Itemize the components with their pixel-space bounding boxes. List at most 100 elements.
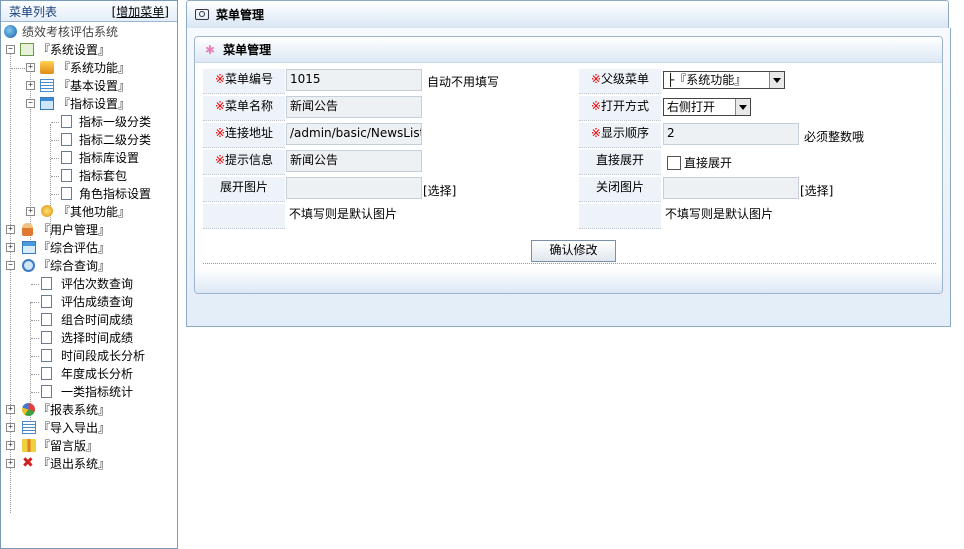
tree-item-other-functions[interactable]: + 『其他功能』	[1, 203, 177, 221]
form-row: ※提示信息 新闻公告 直接展开 直接展开	[203, 150, 936, 176]
menu-name-label: ※菜单名称	[203, 96, 285, 121]
tree-root[interactable]: 绩效考核评估系统	[1, 23, 177, 41]
star-icon: ✱	[205, 42, 216, 57]
page-icon	[41, 367, 52, 380]
list-icon	[40, 79, 54, 92]
choose-close-image-link[interactable]: [选择]	[800, 181, 833, 201]
pie-chart-icon	[22, 403, 35, 416]
page-icon	[41, 385, 52, 398]
empty-label	[203, 204, 285, 229]
page-icon	[61, 187, 72, 200]
add-menu-link[interactable]: [增加菜单]	[112, 3, 169, 20]
form-row: 展开图片 [选择] 关闭图片 [选择]	[203, 177, 936, 203]
tree-item-class-stats[interactable]: 一类指标统计	[1, 383, 177, 401]
collapse-icon[interactable]: −	[6, 45, 15, 54]
tree-item-eval-count[interactable]: 评估次数查询	[1, 275, 177, 293]
tree-item-reports[interactable]: + 『报表系统』	[1, 401, 177, 419]
tip-label: ※提示信息	[203, 150, 285, 175]
tree-item-annual-growth[interactable]: 年度成长分析	[1, 365, 177, 383]
expand-icon[interactable]: +	[6, 441, 15, 450]
url-label: ※连接地址	[203, 123, 285, 148]
open-image-note: 不填写则是默认图片	[289, 207, 398, 221]
close-image-field[interactable]	[663, 177, 799, 199]
tree-item-indicator-pack[interactable]: 指标套包	[1, 167, 177, 185]
settings-folder-icon	[20, 43, 34, 56]
expand-checkbox[interactable]	[667, 156, 681, 170]
open-image-label: 展开图片	[203, 177, 285, 202]
camera-icon	[195, 9, 209, 20]
menu-no-label: ※菜单编号	[203, 69, 285, 94]
collapse-icon[interactable]: −	[26, 99, 35, 108]
expand-icon[interactable]: +	[26, 81, 35, 90]
expand-checkbox-label: 直接展开	[684, 156, 733, 170]
chevron-down-icon	[735, 99, 750, 115]
form-row: ※菜单编号 1015 自动不用填写 ※父级菜单 ├『系统功能』	[203, 69, 936, 95]
page-icon	[41, 349, 52, 362]
close-image-note: 不填写则是默认图片	[665, 207, 774, 221]
expand-icon[interactable]: +	[26, 63, 35, 72]
page-icon	[41, 277, 52, 290]
page-icon	[61, 133, 72, 146]
parent-menu-select[interactable]: ├『系统功能』	[663, 71, 785, 89]
page-icon	[41, 313, 52, 326]
expand-icon[interactable]: +	[6, 405, 15, 414]
expand-icon[interactable]: +	[26, 207, 35, 216]
tree-item-comprehensive-query[interactable]: − 『综合查询』	[1, 257, 177, 275]
page-title: 菜单管理	[216, 8, 265, 22]
open-image-field[interactable]	[286, 177, 422, 199]
main-body: ✱ 菜单管理 ※菜单编号 1015 自动不用填写 ※父级菜单 ├『系统功能』 ※…	[186, 28, 951, 327]
sidebar: 菜单列表 [增加菜单] 绩效考核评估系统 − 『系统设置』 + 『系统功能』 +…	[0, 0, 178, 549]
tree-item-system-functions[interactable]: + 『系统功能』	[1, 59, 177, 77]
tree-item-select-time[interactable]: 选择时间成绩	[1, 329, 177, 347]
gift-icon	[22, 439, 36, 452]
tree-item-user-mgmt[interactable]: + 『用户管理』	[1, 221, 177, 239]
tree-item-basic-settings[interactable]: + 『基本设置』	[1, 77, 177, 95]
tree-item-indicator-settings[interactable]: − 『指标设置』	[1, 95, 177, 113]
expand-icon[interactable]: +	[6, 459, 15, 468]
tree-item-indicator-l2[interactable]: 指标二级分类	[1, 131, 177, 149]
expand-icon[interactable]: +	[6, 243, 15, 252]
close-image-label: 关闭图片	[579, 177, 661, 202]
empty-label	[579, 204, 661, 229]
expand-icon[interactable]: +	[6, 423, 15, 432]
tip-field[interactable]: 新闻公告	[286, 150, 422, 172]
tree-item-guestbook[interactable]: + 『留言版』	[1, 437, 177, 455]
tree-item-combined-time[interactable]: 组合时间成绩	[1, 311, 177, 329]
tree-item-eval-score[interactable]: 评估成绩查询	[1, 293, 177, 311]
page-icon	[61, 169, 72, 182]
tree-item-indicator-l1[interactable]: 指标一级分类	[1, 113, 177, 131]
coin-icon	[41, 205, 53, 217]
display-order-note: 必须整数哦	[804, 130, 865, 144]
tree-item-indicator-lib[interactable]: 指标库设置	[1, 149, 177, 167]
tree-item-period-growth[interactable]: 时间段成长分析	[1, 347, 177, 365]
form-row: ※菜单名称 新闻公告 ※打开方式 右侧打开	[203, 96, 936, 122]
confirm-modify-button[interactable]: 确认修改	[531, 240, 616, 262]
tree-item-logout[interactable]: + ✖ 『退出系统』	[1, 455, 177, 473]
open-mode-select[interactable]: 右侧打开	[663, 98, 751, 116]
report-icon	[22, 241, 36, 254]
collapse-icon[interactable]: −	[6, 261, 15, 270]
table-icon	[22, 421, 36, 434]
expand-icon[interactable]: +	[6, 225, 15, 234]
parent-menu-label: ※父级菜单	[579, 69, 661, 94]
display-order-field[interactable]: 2	[663, 123, 799, 145]
chevron-down-icon	[769, 72, 784, 88]
main-header: 菜单管理	[186, 0, 949, 29]
open-mode-label: ※打开方式	[579, 96, 661, 121]
url-field[interactable]: /admin/basic/NewsList.	[286, 123, 422, 145]
expand-label: 直接展开	[579, 150, 661, 175]
panel-header: ✱ 菜单管理	[195, 37, 942, 63]
globe-icon	[4, 25, 17, 38]
tree-item-system-settings[interactable]: − 『系统设置』	[1, 41, 177, 59]
page-icon	[41, 331, 52, 344]
tree-item-import-export[interactable]: + 『导入导出』	[1, 419, 177, 437]
form-panel: ✱ 菜单管理 ※菜单编号 1015 自动不用填写 ※父级菜单 ├『系统功能』 ※…	[194, 36, 943, 294]
tree-item-comprehensive-eval[interactable]: + 『综合评估』	[1, 239, 177, 257]
menu-name-field[interactable]: 新闻公告	[286, 96, 422, 118]
panel-title: 菜单管理	[223, 43, 272, 57]
menu-no-field[interactable]: 1015	[286, 69, 422, 91]
tree-item-role-indicator[interactable]: 角色指标设置	[1, 185, 177, 203]
divider	[203, 263, 936, 264]
display-order-label: ※显示顺序	[579, 123, 661, 148]
choose-open-image-link[interactable]: [选择]	[423, 181, 456, 201]
